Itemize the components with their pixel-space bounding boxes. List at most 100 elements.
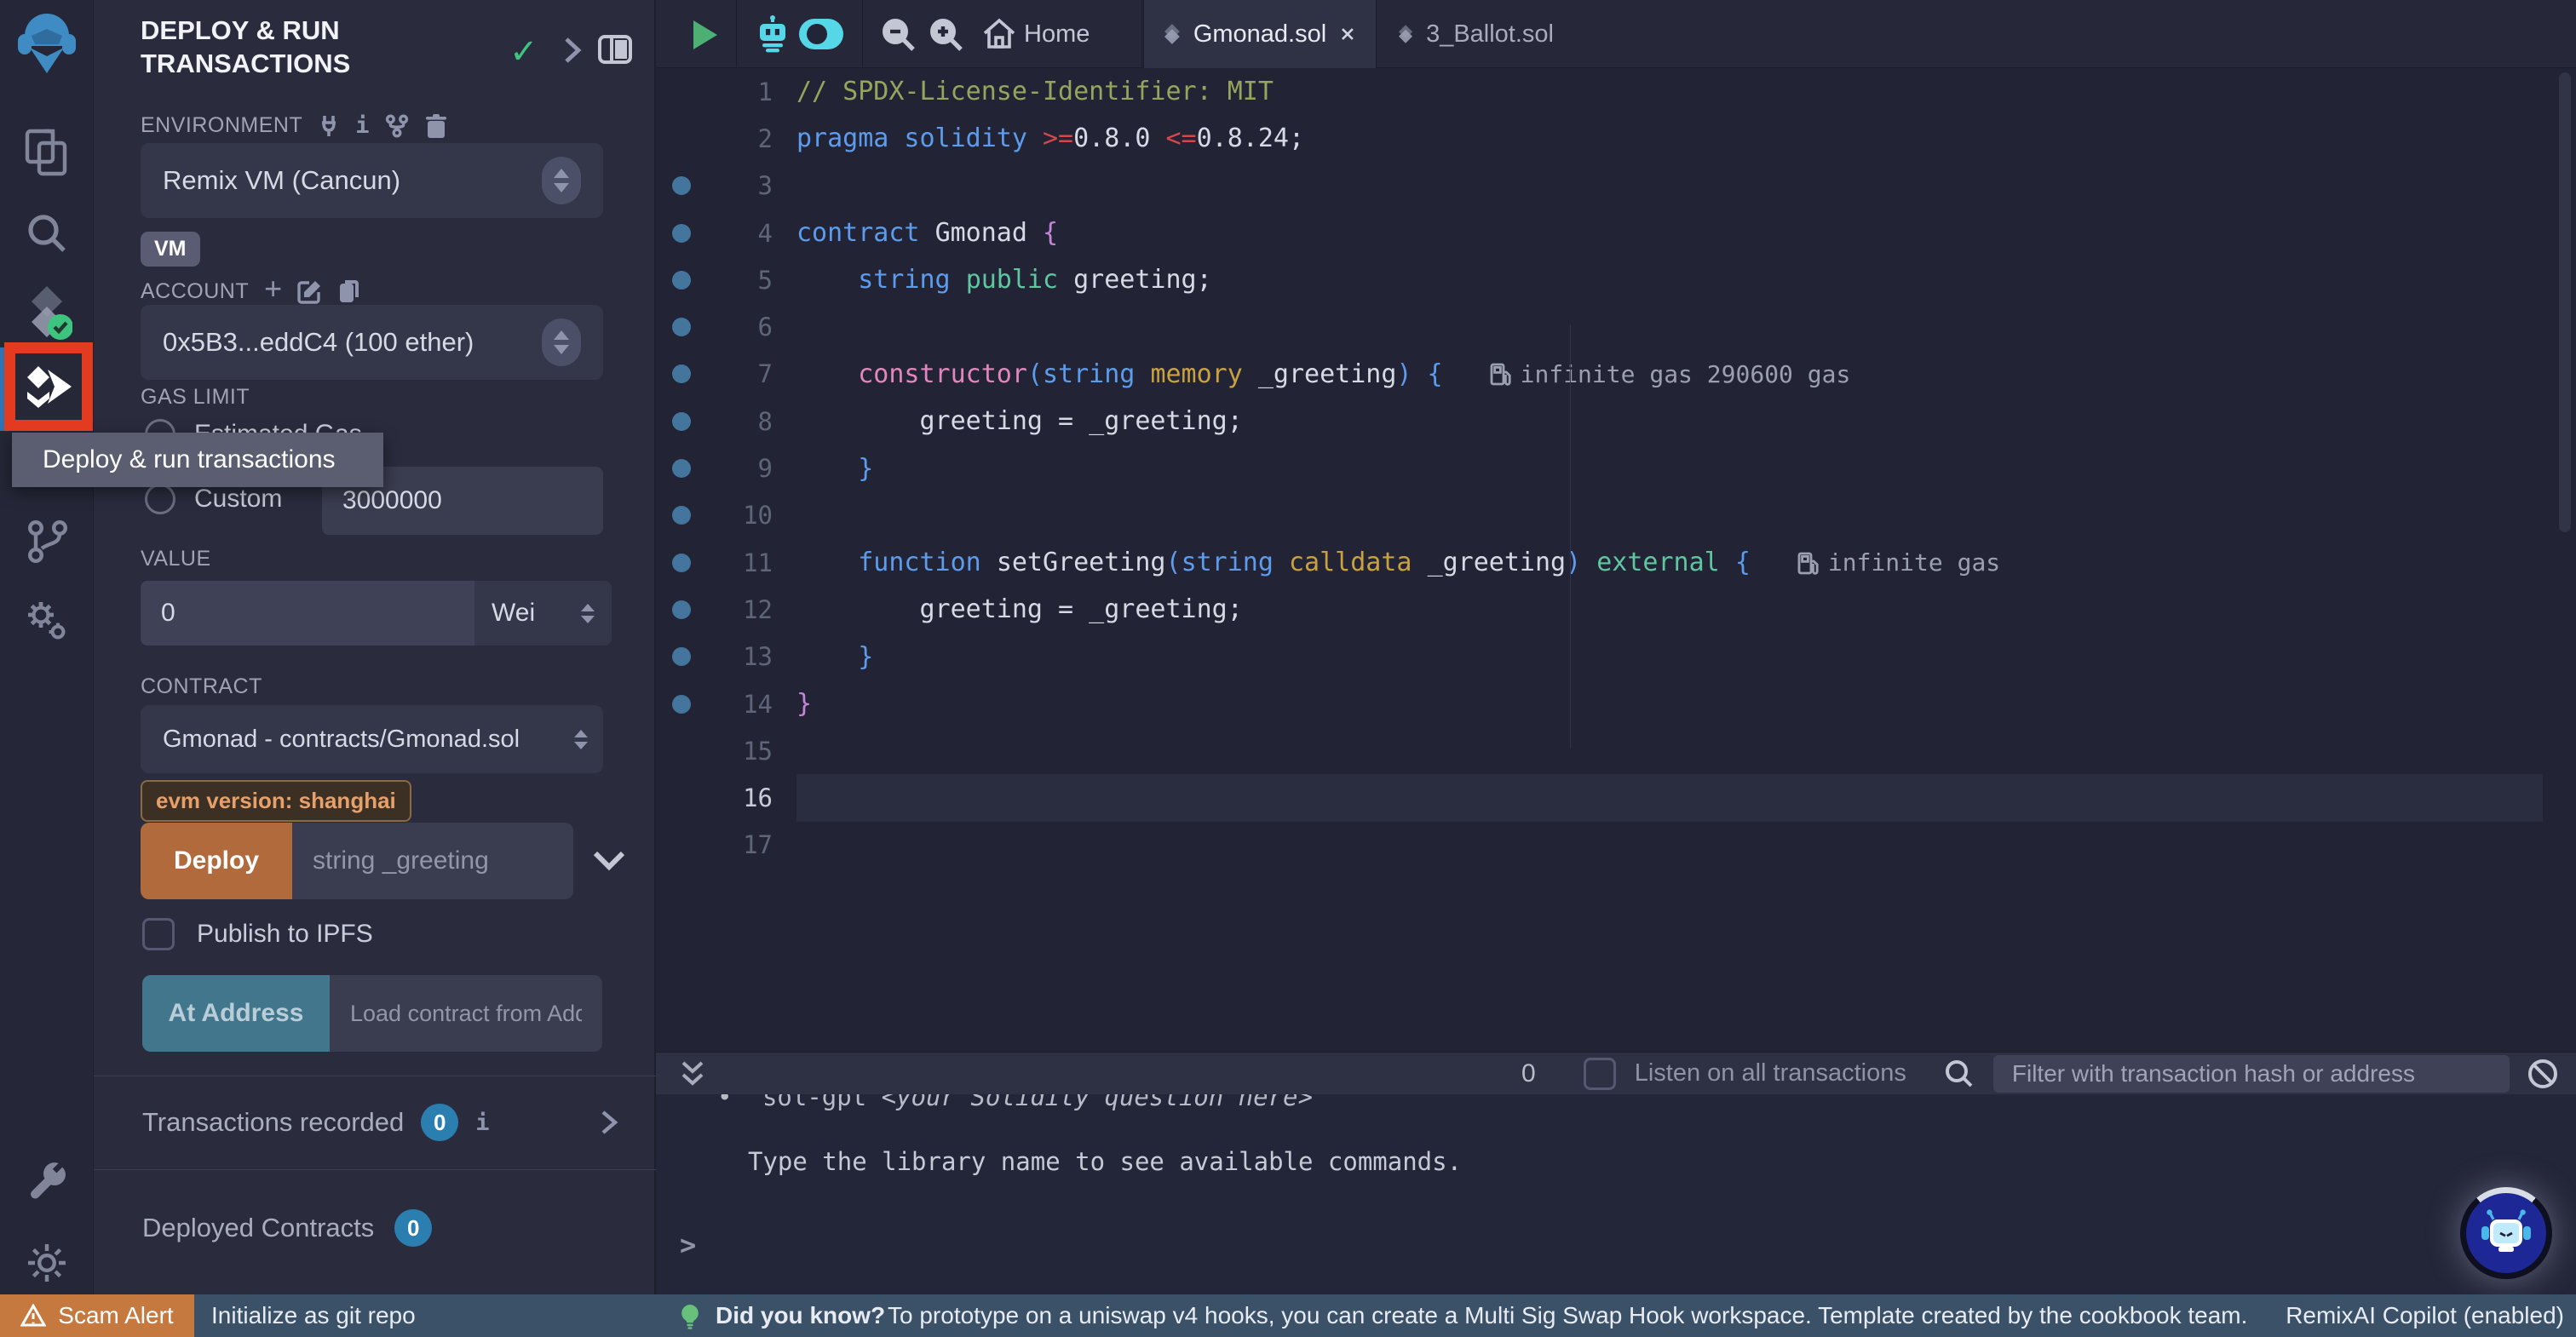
publish-ipfs-label: Publish to IPFS (197, 920, 373, 949)
code-line[interactable]: 6 (656, 303, 2543, 350)
custom-gas-option[interactable]: Custom (145, 484, 282, 514)
line-number: 5 (707, 266, 796, 295)
publish-ipfs-row[interactable]: Publish to IPFS (142, 918, 373, 950)
remix-ai-assistant-button[interactable] (2460, 1187, 2552, 1279)
zoom-in-icon[interactable] (927, 15, 964, 57)
code-line[interactable]: 3 (656, 163, 2543, 209)
code-text: } (796, 680, 2543, 727)
search-icon[interactable] (0, 211, 94, 255)
zoom-out-icon[interactable] (879, 15, 917, 57)
collapse-terminal-icon[interactable] (680, 1059, 705, 1088)
init-git-button[interactable]: Initialize as git repo (211, 1294, 416, 1337)
line-number: 10 (707, 501, 796, 530)
account-select[interactable]: 0x5B3...eddC4 (100 ether) (141, 305, 603, 380)
evm-version-badge: evm version: shanghai (141, 780, 411, 822)
code-line[interactable]: 5 string public greeting; (656, 256, 2543, 303)
code-line[interactable]: 15 (656, 727, 2543, 774)
value-unit-select[interactable]: Wei (474, 581, 612, 646)
code-line[interactable]: 13 } (656, 634, 2543, 680)
code-line[interactable]: 2pragma solidity >=0.8.0 <=0.8.24; (656, 115, 2543, 162)
copilot-toggle[interactable] (799, 19, 843, 49)
clear-terminal-icon[interactable] (2527, 1058, 2559, 1090)
at-address-button[interactable]: At Address (142, 975, 330, 1052)
value-input[interactable] (141, 581, 474, 646)
code-line[interactable]: 17 (656, 822, 2543, 869)
at-address-row: At Address (142, 975, 602, 1052)
gutter (656, 647, 707, 666)
edit-account-icon[interactable] (297, 278, 323, 304)
debugger-wrench-icon[interactable] (0, 1162, 94, 1206)
code-line[interactable]: 14} (656, 680, 2543, 727)
expand-deploy-icon[interactable] (592, 850, 626, 872)
deploy-button[interactable]: Deploy (141, 823, 292, 899)
code-line[interactable]: 16 (656, 774, 2543, 821)
listen-label: Listen on all transactions (1635, 1059, 1906, 1087)
line-number: 9 (707, 454, 796, 483)
custom-gas-radio[interactable] (145, 484, 175, 514)
home-icon[interactable] (981, 17, 1017, 55)
solidity-file-icon (1164, 20, 1180, 48)
terminal-search-icon[interactable] (1944, 1059, 1975, 1089)
file-explorer-icon[interactable] (0, 128, 94, 177)
constructor-arg-input[interactable] (292, 823, 573, 899)
remix-logo-icon[interactable] (0, 14, 94, 77)
tab-ballot[interactable]: 3_Ballot.sol (1378, 0, 1574, 68)
code-line[interactable]: 8 greeting = _greeting; (656, 398, 2543, 445)
code-line[interactable]: 12 greeting = _greeting; (656, 586, 2543, 633)
transactions-expand-icon[interactable] (599, 1109, 619, 1136)
deploy-run-icon[interactable] (24, 364, 73, 409)
environment-info-icon[interactable]: i (355, 112, 369, 139)
terminal-prompt[interactable]: > (680, 1229, 696, 1261)
gutter-dot (672, 224, 691, 243)
fork-icon[interactable] (385, 114, 409, 138)
panel-chevron-right-icon[interactable] (561, 36, 584, 69)
code-line[interactable]: 10 (656, 492, 2543, 539)
trash-icon[interactable] (424, 113, 448, 139)
settings-gear-icon[interactable] (0, 1240, 94, 1286)
editor-scrollbar[interactable] (2559, 72, 2571, 532)
code-text: function setGreeting(string calldata _gr… (796, 539, 2543, 586)
code-line[interactable]: 11 function setGreeting(string calldata … (656, 539, 2543, 586)
transactions-recorded-row[interactable]: Transactions recorded 0 i (142, 1104, 619, 1141)
solidity-compiler-icon[interactable] (0, 284, 94, 341)
at-address-input[interactable] (330, 975, 602, 1052)
code-line[interactable]: 1// SPDX-License-Identifier: MIT (656, 68, 2543, 115)
gutter-dot (672, 554, 691, 572)
plug-icon[interactable] (318, 114, 340, 138)
transactions-info-icon[interactable]: i (475, 1110, 489, 1136)
code-text (796, 492, 2543, 539)
run-script-icon[interactable] (690, 19, 721, 55)
gutter (656, 600, 707, 619)
pin-panel-icon[interactable] (597, 34, 633, 69)
code-line[interactable]: 7 constructor(string memory _greeting) {… (656, 351, 2543, 398)
did-you-know-label: Did you know? (716, 1294, 885, 1337)
scam-alert-button[interactable]: Scam Alert (0, 1294, 194, 1337)
contract-select[interactable]: Gmonad - contracts/Gmonad.sol (141, 705, 603, 773)
close-tab-icon[interactable] (1340, 24, 1355, 44)
terminal-history-line: Type the library name to see available c… (748, 1147, 1462, 1176)
home-tab[interactable]: Home (1024, 20, 1090, 49)
publish-ipfs-checkbox[interactable] (142, 918, 175, 950)
code-editor[interactable]: 1// SPDX-License-Identifier: MIT2pragma … (656, 68, 2576, 1052)
deploy-run-panel: DEPLOY & RUN TRANSACTIONS ✓ ENVIRONMENT … (94, 0, 656, 1294)
indent-guide (1570, 324, 1571, 749)
code-line[interactable]: 9 } (656, 445, 2543, 491)
environment-select[interactable]: Remix VM (Cancun) (141, 143, 603, 218)
line-number: 12 (707, 595, 796, 624)
code-text: pragma solidity >=0.8.0 <=0.8.24; (796, 115, 2543, 162)
plugin-manager-icon[interactable] (0, 596, 94, 646)
add-account-icon[interactable]: + (264, 271, 282, 307)
listen-checkbox[interactable] (1584, 1058, 1616, 1090)
deployed-contracts-row[interactable]: Deployed Contracts 0 (142, 1209, 432, 1247)
git-icon[interactable] (0, 518, 94, 565)
tab-gmonad[interactable]: Gmonad.sol (1143, 0, 1377, 68)
editor-toolbar: Home Gmonad.sol 3_Ballot.sol (656, 0, 2576, 68)
ai-assistant-icon[interactable] (755, 15, 791, 59)
gutter (656, 224, 707, 243)
terminal[interactable]: • sol-gpt <your Solidity question here> … (656, 1094, 2576, 1294)
copy-account-icon[interactable] (338, 278, 360, 304)
copilot-status[interactable]: RemixAI Copilot (enabled) (2286, 1294, 2564, 1337)
transaction-filter-input[interactable] (1993, 1055, 2510, 1093)
code-text (796, 822, 2543, 869)
code-line[interactable]: 4contract Gmonad { (656, 209, 2543, 256)
